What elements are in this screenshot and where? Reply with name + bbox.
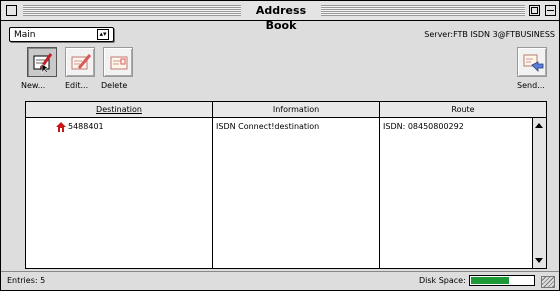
address-book-popup[interactable]: Main ▴▾ — [9, 27, 114, 42]
route-cell: ISDN: 08450800292 — [383, 122, 464, 131]
address-book-window: Address Book Main ▴▾ Server:FTB ISDN 3@F… — [0, 0, 560, 291]
information-cell: ISDN Connect!destination — [216, 122, 320, 131]
close-box[interactable] — [6, 5, 17, 16]
scroll-up-arrow-icon[interactable] — [535, 123, 543, 128]
scroll-down-arrow-icon[interactable] — [535, 258, 543, 263]
server-label: Server:FTB ISDN 3@FTBUSINESS — [424, 30, 555, 39]
window-title: Address Book — [255, 4, 307, 32]
zoom-box[interactable] — [529, 5, 540, 16]
column-header-route[interactable]: Route — [380, 102, 546, 117]
disk-space-label: Disk Space: — [419, 276, 466, 285]
table-header: Destination Information Route — [26, 102, 546, 118]
column-header-information[interactable]: Information — [213, 102, 380, 117]
new-button[interactable] — [27, 47, 57, 77]
edit-button[interactable] — [65, 47, 95, 77]
vertical-scrollbar[interactable] — [532, 118, 546, 268]
delete-label: Delete — [101, 81, 128, 90]
entries-count: Entries: 5 — [7, 276, 46, 285]
address-table: Destination Information Route 5488401 IS… — [25, 101, 547, 269]
disk-space-bar — [469, 275, 535, 286]
status-bar: Entries: 5 Disk Space: — [1, 271, 559, 290]
edit-label: Edit... — [65, 81, 89, 90]
title-stripes-left — [23, 5, 241, 16]
new-label: New... — [21, 81, 46, 90]
delete-button[interactable] — [103, 47, 133, 77]
destination-cell: 5488401 — [68, 122, 104, 131]
delete-card-icon — [110, 56, 128, 70]
column-divider — [212, 118, 213, 268]
send-card-icon — [523, 54, 544, 72]
edit-card-icon — [71, 54, 92, 70]
house-icon — [56, 122, 66, 132]
column-divider — [379, 118, 380, 268]
send-button[interactable] — [517, 47, 547, 77]
title-bar[interactable]: Address Book — [1, 1, 559, 32]
new-card-icon — [33, 53, 53, 74]
disk-space-fill — [471, 277, 509, 284]
send-label: Send... — [517, 81, 545, 90]
column-header-destination[interactable]: Destination — [26, 102, 213, 117]
title-stripes-right — [321, 5, 525, 16]
popup-arrows-icon: ▴▾ — [97, 29, 109, 40]
resize-grip[interactable] — [541, 276, 555, 288]
table-row[interactable]: 5488401 ISDN Connect!destination ISDN: 0… — [26, 120, 532, 134]
collapse-box[interactable] — [545, 5, 556, 16]
popup-value: Main — [14, 30, 36, 40]
